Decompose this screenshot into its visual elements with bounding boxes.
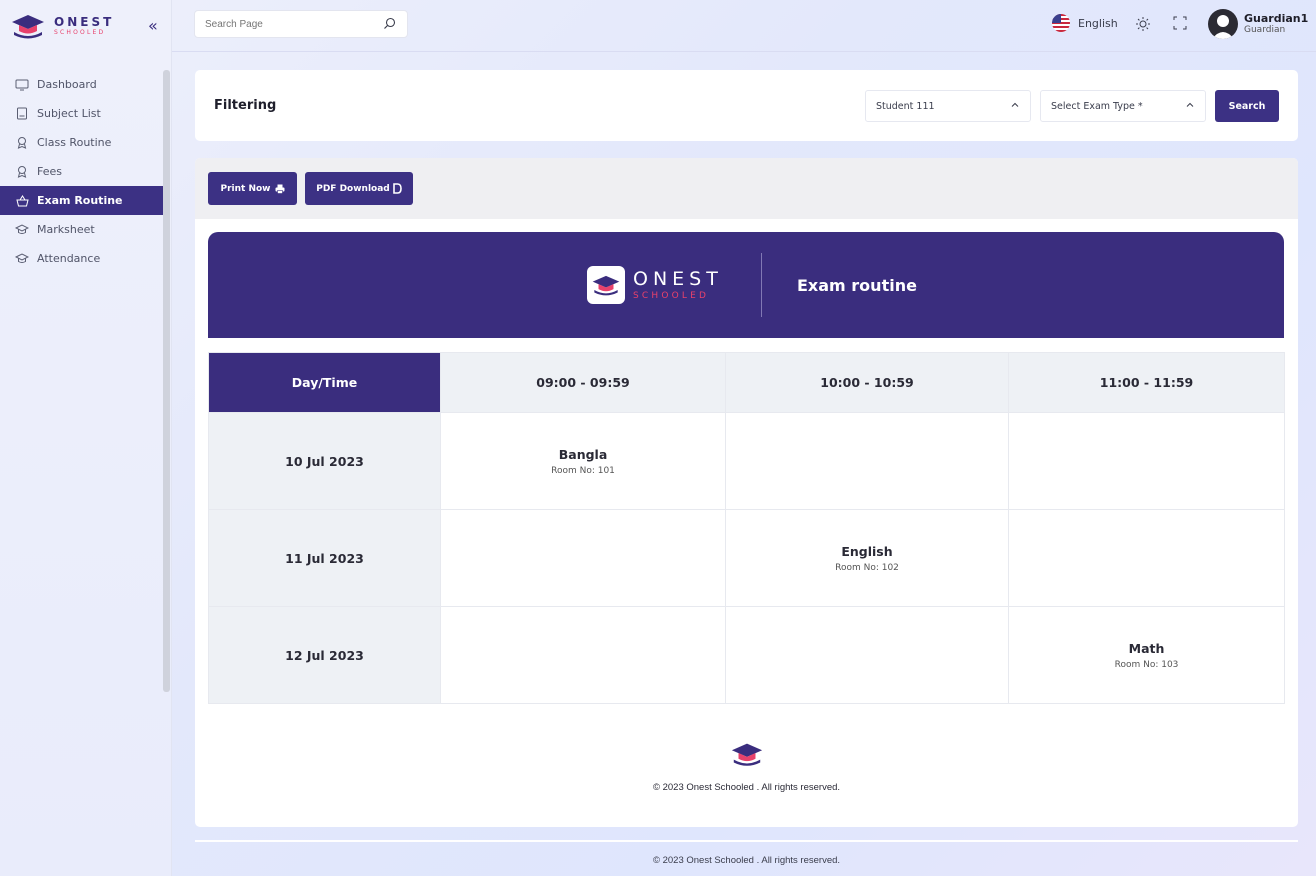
award-icon [15, 136, 29, 150]
table-row: 10 Jul 2023 Bangla Room No: 101 [208, 412, 1285, 510]
search-box [194, 10, 408, 38]
exam-routine-panel: Print Now PDF Download ONEST SCHOOLED Ex… [195, 158, 1298, 827]
banner-brand-bottom: SCHOOLED [633, 290, 710, 301]
student-select-value: Student 111 [876, 100, 935, 112]
routine-cell [440, 509, 726, 607]
sidebar-header: ONEST SCHOOLED « [0, 0, 171, 52]
routine-cell [1008, 412, 1285, 510]
avatar [1208, 9, 1238, 39]
sidebar-item-attendance[interactable]: Attendance [0, 244, 164, 273]
room-number: Room No: 102 [835, 562, 899, 573]
sidebar-item-subject-list[interactable]: Subject List [0, 99, 164, 128]
subject-name: English [841, 543, 893, 559]
banner-brand-top: ONEST [633, 267, 723, 290]
header-time-slot: 10:00 - 10:59 [725, 352, 1009, 413]
topbar: English Guardian1 Guardian [172, 0, 1316, 52]
filter-title: Filtering [214, 98, 277, 113]
print-now-label: Print Now [220, 183, 271, 194]
search-button[interactable]: Search [1215, 90, 1279, 122]
brand-logo[interactable]: ONEST SCHOOLED [54, 16, 114, 36]
double-chevron-left-icon[interactable]: « [148, 16, 158, 35]
routine-cell [725, 412, 1009, 510]
exam-routine-table: Day/Time 09:00 - 09:59 10:00 - 10:59 11:… [208, 352, 1285, 704]
award-icon [15, 165, 29, 179]
chevron-up-icon [1186, 102, 1194, 107]
routine-cell: Bangla Room No: 101 [440, 412, 726, 510]
sidebar-item-class-routine[interactable]: Class Routine [0, 128, 164, 157]
us-flag-icon [1052, 14, 1070, 32]
user-role: Guardian [1244, 25, 1286, 36]
sidebar-menu: Dashboard Subject List Class Routine Fee… [0, 70, 164, 273]
exam-type-placeholder: Select Exam Type * [1051, 100, 1143, 112]
sidebar-item-fees[interactable]: Fees [0, 157, 164, 186]
brand-name-bottom: SCHOOLED [54, 29, 106, 36]
graduation-cap-logo-icon [731, 743, 762, 766]
user-name: Guardian1 [1244, 11, 1309, 25]
panel-copyright: © 2023 Onest Schooled . All rights reser… [652, 782, 841, 793]
room-number: Room No: 103 [1114, 659, 1179, 670]
action-bar: Print Now PDF Download [195, 158, 1298, 219]
graduation-cap-logo-icon [587, 266, 625, 304]
exam-type-select[interactable]: Select Exam Type * [1040, 90, 1206, 122]
header-day-time: Day/Time [208, 352, 441, 413]
room-number: Room No: 101 [551, 465, 615, 476]
student-select[interactable]: Student 111 [865, 90, 1031, 122]
routine-title: Exam routine [797, 276, 917, 295]
pdf-download-button[interactable]: PDF Download [305, 172, 413, 205]
sidebar-item-label: Dashboard [37, 78, 97, 91]
routine-cell [440, 606, 726, 704]
sidebar-item-label: Marksheet [37, 223, 95, 236]
header-time-slot: 09:00 - 09:59 [440, 352, 726, 413]
search-icon[interactable] [383, 17, 397, 31]
row-date: 11 Jul 2023 [208, 509, 441, 607]
routine-cell: English Room No: 102 [725, 509, 1009, 607]
sidebar-item-label: Fees [37, 165, 62, 178]
language-label: English [1078, 16, 1118, 30]
sidebar-item-label: Attendance [37, 252, 101, 265]
print-now-button[interactable]: Print Now [208, 172, 297, 205]
user-profile[interactable]: Guardian1 Guardian [1208, 9, 1308, 39]
sidebar-item-exam-routine[interactable]: Exam Routine [0, 186, 164, 215]
graduation-cap-icon [15, 223, 29, 237]
subject-name: Bangla [558, 446, 608, 462]
routine-cell [725, 606, 1009, 704]
routine-banner: ONEST SCHOOLED Exam routine [208, 232, 1284, 338]
header-time-slot: 11:00 - 11:59 [1008, 352, 1285, 413]
language-selector[interactable]: English [1052, 14, 1118, 32]
printer-icon [275, 184, 284, 194]
chevron-up-icon [1011, 102, 1019, 107]
sidebar: ONEST SCHOOLED « Dashboard Subject List … [0, 0, 172, 876]
page-footer: © 2023 Onest Schooled . All rights reser… [195, 840, 1298, 876]
sidebar-item-marksheet[interactable]: Marksheet [0, 215, 164, 244]
sidebar-item-dashboard[interactable]: Dashboard [0, 70, 164, 99]
fullscreen-icon[interactable] [1173, 16, 1187, 30]
brand-name-top: ONEST [54, 15, 115, 29]
pdf-download-label: PDF Download [316, 183, 390, 194]
row-date: 12 Jul 2023 [208, 606, 441, 704]
subject-name: Math [1128, 640, 1165, 656]
sidebar-item-label: Class Routine [37, 136, 112, 149]
book-icon [15, 107, 29, 121]
filter-card: Filtering Student 111 Select Exam Type *… [195, 70, 1298, 141]
sun-icon[interactable] [1135, 16, 1151, 32]
table-header-row: Day/Time 09:00 - 09:59 10:00 - 10:59 11:… [208, 352, 1285, 413]
row-date: 10 Jul 2023 [208, 412, 441, 510]
banner-divider [761, 253, 762, 317]
sidebar-item-label: Subject List [37, 107, 101, 120]
sidebar-scrollbar[interactable] [163, 70, 170, 692]
search-input[interactable] [205, 18, 375, 30]
download-icon [392, 183, 402, 194]
sidebar-item-label: Exam Routine [37, 194, 123, 207]
basket-icon [15, 194, 29, 208]
table-row: 11 Jul 2023 English Room No: 102 [208, 509, 1285, 607]
panel-footer: © 2023 Onest Schooled . All rights reser… [195, 740, 1298, 793]
routine-cell: Math Room No: 103 [1008, 606, 1285, 704]
banner-logo: ONEST SCHOOLED [587, 266, 723, 304]
monitor-icon [15, 78, 29, 92]
graduation-cap-logo-icon [12, 15, 44, 39]
table-row: 12 Jul 2023 Math Room No: 103 [208, 606, 1285, 704]
routine-cell [1008, 509, 1285, 607]
graduation-cap-icon [15, 252, 29, 266]
